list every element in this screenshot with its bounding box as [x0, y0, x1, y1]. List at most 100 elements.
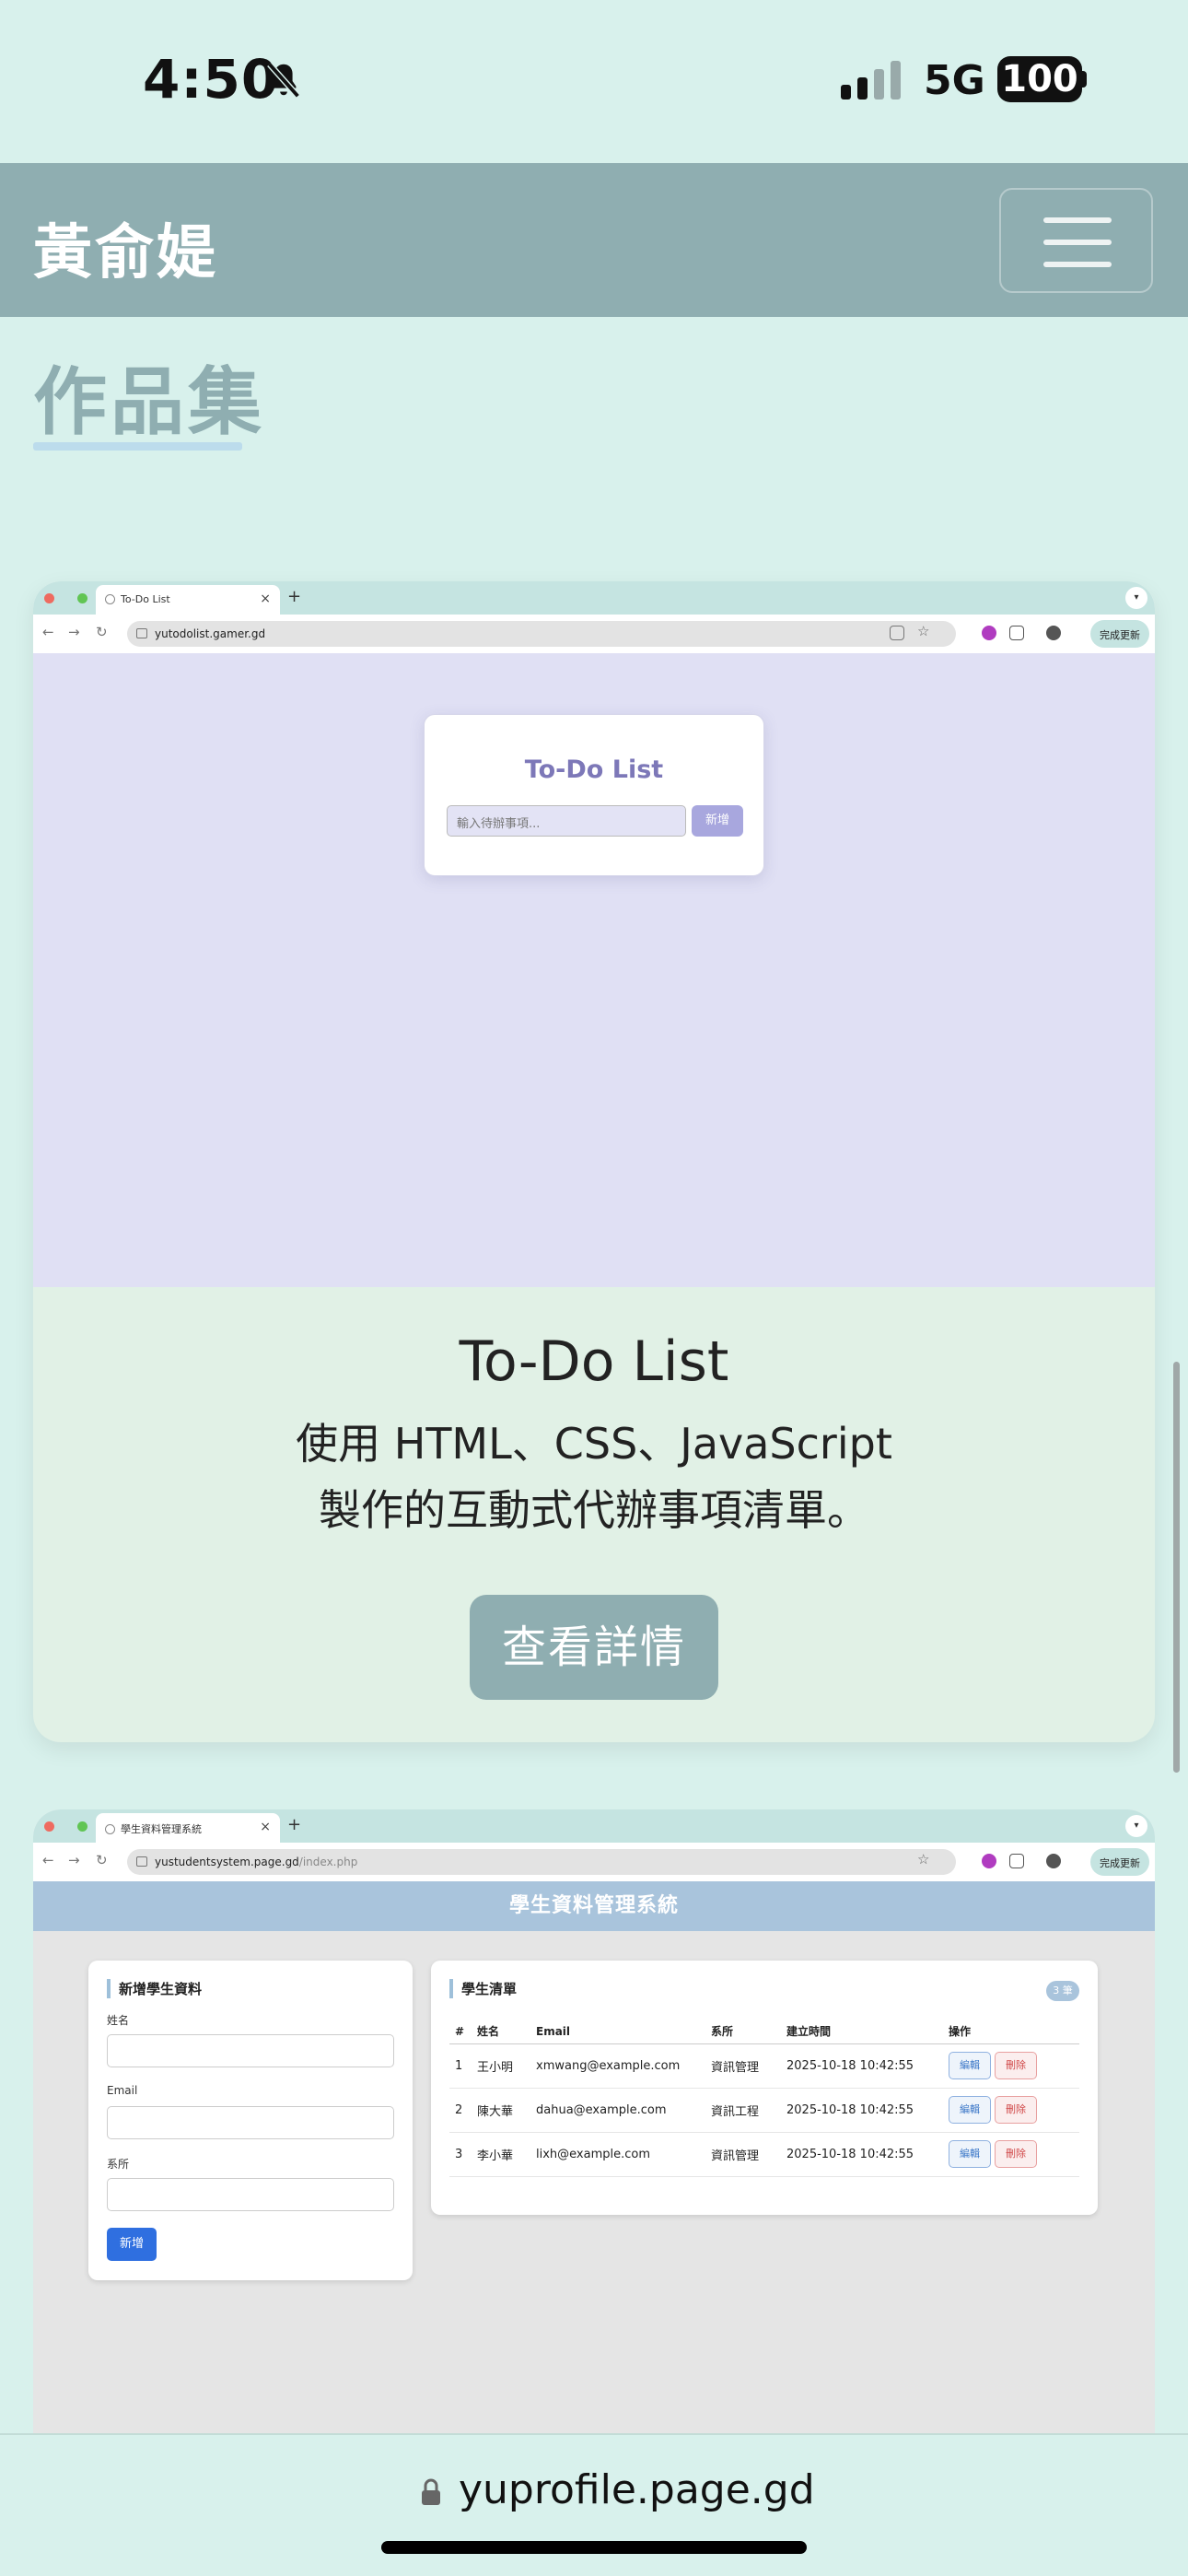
browser-tab-strip: 學生資料管理系統 × + ▾	[33, 1809, 1155, 1843]
cell-id: 2	[449, 2088, 472, 2133]
chevron-down-icon: ▾	[1125, 1815, 1147, 1837]
table-row: 1 王小明 xmwang@example.com 資訊管理 2025-10-18…	[449, 2043, 1079, 2089]
extension-icon	[982, 1854, 996, 1868]
site-info-icon	[136, 628, 147, 638]
hamburger-icon	[1043, 262, 1112, 267]
cell-actions: 編輯 刪除	[943, 2132, 1079, 2177]
safari-url[interactable]: yuprofile.page.gd	[459, 2466, 815, 2513]
cell-id: 1	[449, 2043, 472, 2089]
project-card-todo: To-Do List × + ▾ ← → ↻ yutodolist.gamer.…	[33, 581, 1155, 1742]
todo-input: 輸入待辦事項...	[447, 805, 686, 837]
browser-toolbar: ← → ↻ yutodolist.gamer.gd ☆ 完成更新	[33, 615, 1155, 653]
project-description: 使用 HTML、CSS、JavaScript 製作的互動式代辦事項清單。	[33, 1411, 1155, 1543]
table-row: 2 陳大華 dahua@example.com 資訊工程 2025-10-18 …	[449, 2088, 1079, 2133]
site-brand[interactable]: 黃俞媞	[33, 205, 218, 290]
cell-actions: 編輯 刪除	[943, 2088, 1079, 2133]
student-table: # 姓名 Email 系所 建立時間 操作 1 王小明 xmwang@examp…	[449, 2020, 1079, 2177]
browser-url: yutodolist.gamer.gd	[155, 627, 266, 640]
column-header: 建立時間	[781, 2020, 943, 2044]
hamburger-icon	[1043, 240, 1112, 245]
site-info-icon	[136, 1856, 147, 1867]
browser-tab: 學生資料管理系統 ×	[96, 1813, 280, 1843]
browser-url-bar: yutodolist.gamer.gd	[127, 621, 956, 647]
translate-icon	[890, 626, 904, 640]
cell-created: 2025-10-18 10:42:55	[781, 2043, 943, 2089]
forward-icon: →	[68, 624, 80, 640]
column-header: 系所	[705, 2020, 781, 2044]
add-student-button: 新增	[107, 2228, 157, 2261]
browser-update-pill: 完成更新	[1090, 620, 1149, 648]
name-field	[107, 2034, 394, 2067]
cell-created: 2025-10-18 10:42:55	[781, 2132, 943, 2177]
project-title: To-Do List	[459, 1329, 729, 1394]
chevron-down-icon: ▾	[1125, 587, 1147, 609]
puzzle-icon	[1009, 1854, 1024, 1868]
new-tab-icon: +	[287, 587, 302, 606]
cell-email: xmwang@example.com	[530, 2043, 705, 2089]
cell-dept: 資訊管理	[705, 2043, 781, 2089]
window-close-dot	[44, 593, 54, 603]
forward-icon: →	[68, 1852, 80, 1868]
browser-tab-title: 學生資料管理系統	[121, 1823, 202, 1835]
lock-icon	[422, 2478, 440, 2505]
cell-created: 2025-10-18 10:42:55	[781, 2088, 943, 2133]
edit-button: 編輯	[949, 2052, 991, 2079]
cell-actions: 編輯 刪除	[943, 2043, 1079, 2089]
section-underline	[33, 442, 242, 451]
window-minimize-dot	[61, 593, 71, 603]
dept-label: 系所	[107, 2158, 130, 2171]
bell-muted-icon	[267, 62, 300, 99]
count-badge: 3 筆	[1046, 1981, 1079, 2001]
browser-url-path: /index.php	[298, 1856, 358, 1868]
browser-url-bar: yustudentsystem.page.gd/index.php	[127, 1849, 956, 1875]
new-tab-icon: +	[287, 1815, 302, 1834]
cellular-signal-icon	[841, 61, 901, 100]
close-icon: ×	[260, 591, 271, 606]
close-icon: ×	[260, 1820, 271, 1834]
network-type: 5G	[924, 57, 985, 104]
project-screenshot-todo: To-Do List 輸入待辦事項... 新增	[33, 653, 1155, 1287]
status-time: 4:50	[143, 48, 280, 111]
cell-name: 陳大華	[472, 2088, 530, 2133]
section-title: 作品集	[33, 359, 265, 445]
edit-button: 編輯	[949, 2096, 991, 2124]
column-header: 姓名	[472, 2020, 530, 2044]
todo-app-title: To-Do List	[524, 755, 664, 784]
globe-icon	[105, 1824, 115, 1834]
todo-app-panel: To-Do List 輸入待辦事項... 新增	[424, 714, 764, 876]
hamburger-menu-button[interactable]	[999, 188, 1153, 293]
column-header: 操作	[943, 2020, 1079, 2044]
cell-name: 李小華	[472, 2132, 530, 2177]
puzzle-icon	[1009, 626, 1024, 640]
view-details-button[interactable]: 查看詳情	[470, 1595, 718, 1700]
reload-icon: ↻	[96, 624, 108, 640]
page-scrollbar[interactable]	[1173, 1362, 1180, 1773]
star-icon: ☆	[917, 1851, 930, 1868]
delete-button: 刪除	[995, 2096, 1037, 2124]
todo-add-button: 新增	[692, 805, 743, 837]
browser-tab-title: To-Do List	[121, 593, 170, 605]
window-zoom-dot	[77, 593, 87, 603]
form-heading: 新增學生資料	[107, 1979, 202, 1998]
dept-field	[107, 2178, 394, 2211]
cell-dept: 資訊工程	[705, 2088, 781, 2133]
window-minimize-dot	[61, 1821, 71, 1832]
browser-chrome: To-Do List × + ▾ ← → ↻ yutodolist.gamer.…	[33, 581, 1155, 653]
extension-icon	[982, 626, 996, 640]
home-indicator[interactable]	[381, 2541, 807, 2554]
battery-icon: 100	[997, 56, 1082, 102]
star-icon: ☆	[917, 623, 930, 639]
profile-avatar-icon	[1046, 1854, 1061, 1868]
back-icon: ←	[42, 624, 54, 640]
cell-email: lixh@example.com	[530, 2132, 705, 2177]
email-label: Email	[107, 2084, 138, 2097]
student-system-header: 學生資料管理系統	[33, 1881, 1155, 1931]
safari-address-bar[interactable]: yuprofile.page.gd	[0, 2433, 1188, 2576]
cell-id: 3	[449, 2132, 472, 2177]
back-icon: ←	[42, 1852, 54, 1868]
table-row: 3 李小華 lixh@example.com 資訊管理 2025-10-18 1…	[449, 2132, 1079, 2177]
name-label: 姓名	[107, 2014, 130, 2027]
email-field	[107, 2106, 394, 2139]
column-header: Email	[530, 2020, 705, 2044]
student-list-panel: 學生清單 3 筆 # 姓名 Email 系所 建立時間 操作 1 王小明 xmw…	[431, 1961, 1098, 2215]
